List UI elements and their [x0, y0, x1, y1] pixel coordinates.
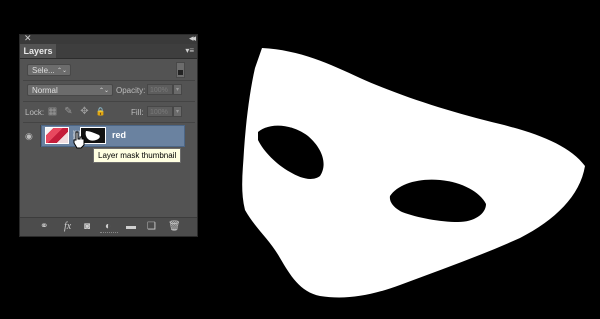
resize-grip[interactable] [100, 232, 118, 235]
divider [23, 80, 195, 81]
filter-toggle-switch[interactable] [176, 62, 185, 78]
layers-panel: ✕ ◂◂ Layers ▾≡ Sele... ⌃⌄ Normal ⌃⌄ Opac… [19, 33, 198, 237]
visibility-cell[interactable]: ◉ [20, 125, 41, 147]
link-layers-icon[interactable]: ⚭ [40, 221, 48, 233]
lock-transparency-icon[interactable]: ▦ [47, 106, 58, 117]
opacity-dropdown-icon[interactable]: ▾ [173, 84, 182, 95]
pointer-cursor-icon [73, 131, 85, 149]
trash-icon[interactable]: 🗑 [168, 221, 181, 233]
lock-label: Lock: [25, 108, 45, 117]
stepper-icon: ⌃⌄ [98, 88, 109, 94]
layer-thumbnail[interactable] [45, 127, 69, 144]
opacity-field[interactable]: 100% [147, 84, 173, 95]
lock-move-icon[interactable]: ✥ [79, 106, 90, 117]
lock-paint-icon[interactable]: ✎ [63, 106, 74, 117]
mask-preview-icon [85, 131, 100, 141]
fill-field[interactable]: 100% [147, 106, 173, 117]
filter-label: Sele... [32, 66, 55, 75]
tab-row: Layers ▾≡ [20, 44, 197, 59]
divider [23, 122, 195, 123]
layer-name[interactable]: red [112, 130, 126, 140]
layer-row[interactable]: ◉ ⛓ red [20, 125, 197, 147]
fill-dropdown-icon[interactable]: ▾ [173, 106, 182, 117]
blend-mode-value: Normal [32, 86, 58, 95]
stepper-icon: ⌃⌄ [56, 68, 67, 74]
filter-kind-select[interactable]: Sele... ⌃⌄ [27, 64, 71, 76]
panel-menu-icon[interactable]: ▾≡ [185, 46, 194, 55]
tab-layers[interactable]: Layers [20, 44, 56, 58]
lock-all-icon[interactable]: 🔒 [95, 106, 106, 117]
eye-icon[interactable]: ◉ [25, 131, 33, 142]
group-folder-icon[interactable]: ▬ [126, 221, 136, 233]
opacity-label: Opacity: [116, 86, 146, 95]
panel-bottom-toolbar: ⚭ fx ◙ ◐ ▬ ❑ 🗑 [20, 217, 197, 236]
add-mask-icon[interactable]: ◙ [84, 221, 90, 233]
fx-icon[interactable]: fx [64, 221, 71, 233]
tooltip: Layer mask thumbnail [93, 148, 182, 163]
panel-titlebar: ✕ ◂◂ [20, 33, 197, 44]
blend-mode-select[interactable]: Normal ⌃⌄ [27, 84, 113, 96]
fill-label: Fill: [131, 108, 144, 117]
divider [23, 101, 195, 102]
close-icon[interactable]: ✕ [24, 33, 32, 44]
collapse-icon[interactable]: ◂◂ [189, 33, 196, 44]
new-layer-icon[interactable]: ❑ [147, 221, 156, 233]
